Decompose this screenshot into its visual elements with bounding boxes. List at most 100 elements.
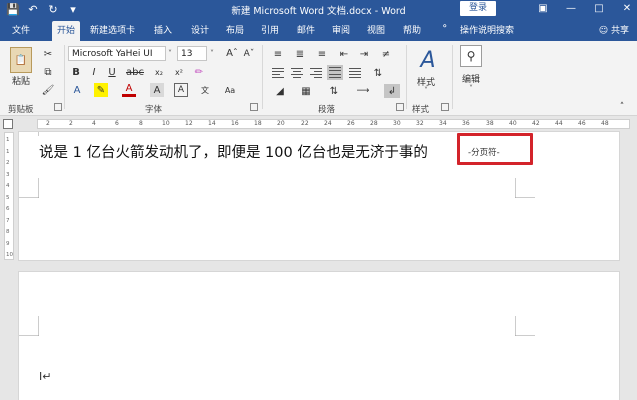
tell-me-search[interactable]: 操作说明搜索 <box>460 23 514 36</box>
tab-review[interactable]: 审阅 <box>332 23 350 36</box>
find-icon[interactable]: ⚲ <box>460 45 482 67</box>
ruler-number: 2 <box>46 120 50 127</box>
vertical-ruler: 1 1 2 3 4 5 6 7 8 9 10 <box>4 132 14 260</box>
styles-group-label: 样式 <box>412 105 430 115</box>
distributed-icon[interactable] <box>348 67 362 79</box>
document-page[interactable]: 说是 1 亿台火箭发动机了，即便是 100 亿台也是无济于事的 -分页符- <box>19 132 619 260</box>
tab-file[interactable]: 文件 <box>12 23 30 36</box>
decrease-indent-icon[interactable]: ⇤ <box>336 47 352 61</box>
superscript-icon[interactable]: x² <box>172 66 186 78</box>
tab-design[interactable]: 设计 <box>191 23 209 36</box>
multilevel-list-icon[interactable]: ≡ <box>314 47 330 61</box>
ruler-number: 44 <box>555 120 563 127</box>
login-button[interactable]: 登录 <box>460 1 496 16</box>
italic-icon[interactable]: I <box>88 66 100 78</box>
horizontal-ruler: 2 2 4 6 8 10 12 14 16 18 20 22 24 26 28 30 32 34 36 38 40 42 4… <box>0 116 637 132</box>
change-case-icon[interactable]: Aa <box>222 83 238 97</box>
character-shading-icon[interactable]: A <box>150 83 164 97</box>
collapse-ribbon-icon[interactable]: ˄ <box>616 101 628 113</box>
tab-help[interactable]: 帮助 <box>403 23 421 36</box>
align-left-icon[interactable] <box>271 67 285 79</box>
share-button[interactable]: ☺ 共享 <box>599 23 629 36</box>
shading-icon[interactable]: ◢ <box>272 84 288 98</box>
tab-home[interactable]: 开始 <box>52 21 81 41</box>
increase-indent-icon[interactable]: ⇥ <box>356 47 372 61</box>
group-divider <box>262 45 263 109</box>
tab-new-tab[interactable]: 新建选项卡 <box>90 23 135 36</box>
document-page[interactable]: I↵ <box>19 272 619 400</box>
group-divider <box>64 45 65 109</box>
ruler-number: 46 <box>578 120 586 127</box>
enclose-character-icon[interactable]: A <box>174 83 188 97</box>
numbering-icon[interactable]: ≣ <box>292 47 308 61</box>
crop-mark <box>515 178 535 198</box>
chevron-down-icon[interactable]: ˅ <box>469 81 473 96</box>
font-launcher-icon[interactable] <box>250 103 258 111</box>
chevron-down-icon[interactable]: ˅ <box>424 83 428 98</box>
maximize-icon[interactable]: □ <box>593 2 605 14</box>
copy-icon[interactable]: ⧉ <box>42 66 54 78</box>
sort-icon[interactable]: ⇅ <box>326 84 342 98</box>
crop-mark <box>515 316 535 336</box>
ruler-track[interactable]: 2 2 4 6 8 10 12 14 16 18 20 22 24 26 28 30 32 34 36 38 40 42 4… <box>37 119 630 129</box>
strikethrough-icon[interactable]: abc <box>126 66 144 78</box>
clipboard-launcher-icon[interactable] <box>54 103 62 111</box>
cut-icon[interactable]: ✂ <box>42 48 54 60</box>
tab-selector-icon[interactable] <box>3 119 13 129</box>
bold-icon[interactable]: B <box>70 66 82 78</box>
minimize-icon[interactable]: — <box>565 2 577 14</box>
shrink-font-icon[interactable]: Aˇ <box>242 47 256 60</box>
align-center-icon[interactable] <box>290 67 304 79</box>
format-painter-icon[interactable]: 🖌 <box>42 84 55 96</box>
phonetic-guide-icon[interactable]: 文 <box>198 83 212 97</box>
text-direction-icon[interactable]: ⟶ <box>355 84 371 98</box>
ruler-number: 3 <box>6 172 10 178</box>
ribbon: 📋 粘贴 ✂ ⧉ 🖌 剪贴板 Microsoft YaHei UI ˅ 13 ˅… <box>0 41 637 116</box>
ruler-number: 1 <box>6 137 10 143</box>
close-icon[interactable]: ✕ <box>621 2 633 14</box>
chinese-layout-icon[interactable]: ≠ <box>378 47 394 61</box>
highlight-color-icon[interactable]: ✎ <box>94 83 108 97</box>
window-controls: ▣ — □ ✕ <box>537 2 633 14</box>
clear-formatting-icon[interactable]: ✏ <box>192 66 206 78</box>
borders-icon[interactable]: ▦ <box>298 84 314 98</box>
ruler-number: 1 <box>6 149 10 155</box>
chevron-down-icon[interactable]: ˅ <box>168 46 172 61</box>
ruler-number: 4 <box>92 120 96 127</box>
text-cursor-icon: I↵ <box>39 370 52 383</box>
tab-layout[interactable]: 布局 <box>226 23 244 36</box>
ruler-number: 32 <box>416 120 424 127</box>
justify-icon[interactable] <box>327 65 343 80</box>
line-spacing-icon[interactable]: ⇅ <box>370 66 386 80</box>
tab-insert[interactable]: 插入 <box>154 23 172 36</box>
page-break-marker[interactable]: -分页符- <box>468 146 500 158</box>
text-effects-icon[interactable]: A <box>70 83 84 97</box>
paragraph-launcher-icon[interactable] <box>396 103 404 111</box>
tab-view[interactable]: 视图 <box>367 23 385 36</box>
font-name-input[interactable]: Microsoft YaHei UI <box>68 46 166 61</box>
document-text[interactable]: 说是 1 亿台火箭发动机了，即便是 100 亿台也是无济于事的 <box>39 141 428 162</box>
styles-icon[interactable]: A <box>415 47 441 73</box>
ribbon-tabs: 文件 开始 新建选项卡 插入 设计 布局 引用 邮件 审阅 视图 帮助 ⚬ 操作… <box>0 19 637 41</box>
ruler-number: 38 <box>486 120 494 127</box>
tab-references[interactable]: 引用 <box>261 23 279 36</box>
paste-label[interactable]: 粘贴 <box>12 74 30 87</box>
show-marks-icon[interactable]: ↲ <box>384 84 400 98</box>
align-right-icon[interactable] <box>309 67 323 79</box>
chevron-down-icon[interactable]: ˅ <box>210 46 214 61</box>
ruler-number: 10 <box>162 120 170 127</box>
subscript-icon[interactable]: x₂ <box>152 66 166 78</box>
font-size-input[interactable]: 13 <box>177 46 207 61</box>
tab-mailings[interactable]: 邮件 <box>297 23 315 36</box>
clipboard-group-label: 剪贴板 <box>8 105 34 115</box>
group-divider <box>406 45 407 109</box>
grow-font-icon[interactable]: Aˆ <box>225 47 239 60</box>
underline-icon[interactable]: U <box>106 66 118 78</box>
bullets-icon[interactable]: ≡ <box>270 47 286 61</box>
paste-icon[interactable]: 📋 <box>10 47 32 73</box>
ribbon-display-icon[interactable]: ▣ <box>537 2 549 14</box>
vertical-scrollbar[interactable] <box>627 132 637 400</box>
font-color-icon[interactable]: A <box>122 83 136 97</box>
ruler-number: 30 <box>393 120 401 127</box>
styles-launcher-icon[interactable] <box>441 103 449 111</box>
